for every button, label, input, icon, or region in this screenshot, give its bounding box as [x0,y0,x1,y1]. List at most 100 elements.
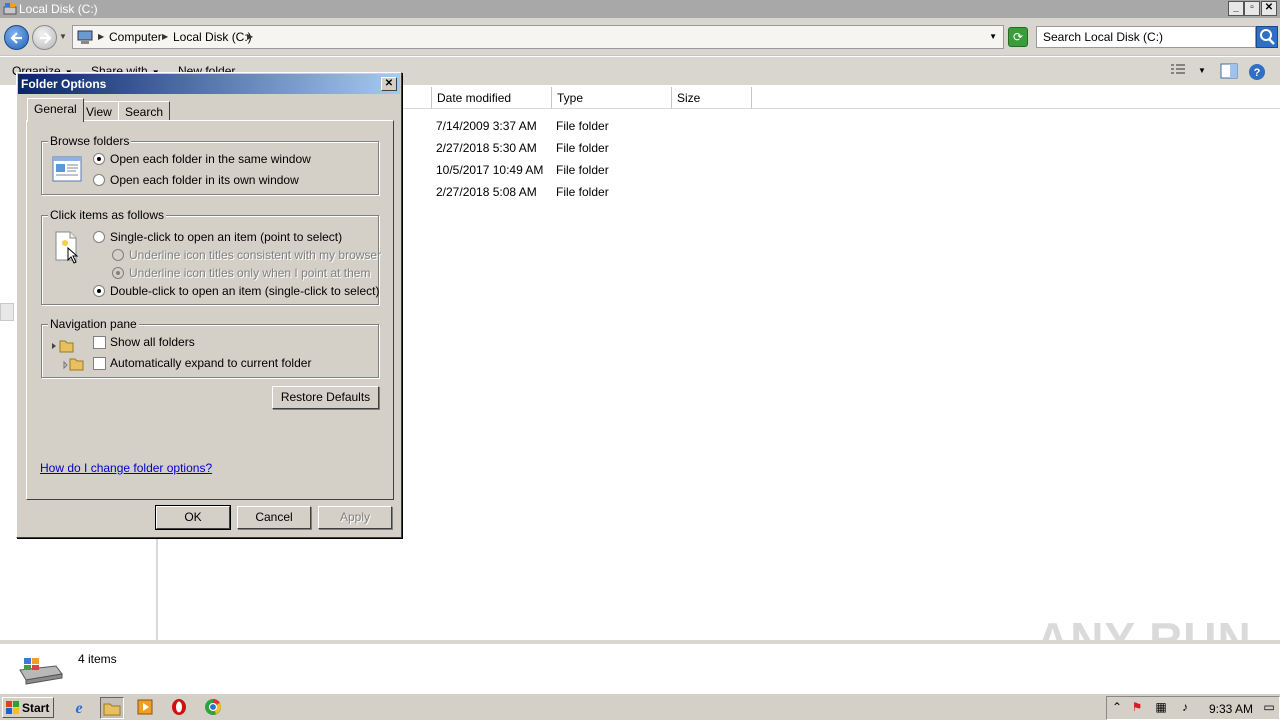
hard-drive-icon [19,658,63,685]
file-type: File folder [556,163,609,177]
dialog-close-button[interactable]: ✕ [381,77,397,91]
double-click-label[interactable]: Double-click to open an item (single-cli… [110,284,379,298]
forward-button[interactable] [32,25,57,50]
show-all-folders-checkbox[interactable] [93,336,106,349]
svg-text:e: e [75,700,82,717]
taskbar-opera[interactable] [168,697,192,719]
details-pane: 4 items [0,640,1280,692]
column-header-size[interactable]: Size [672,87,752,109]
navigation-pane-label: Navigation pane [48,317,139,331]
show-hidden-icons[interactable]: ⌃ [1109,700,1125,716]
close-button[interactable]: ✕ [1261,1,1277,16]
click-items-group: Click items as follows Single-click to o… [41,208,382,305]
cancel-button[interactable]: Cancel [237,506,311,529]
folder-icon [103,703,121,716]
double-click-radio[interactable] [93,285,105,297]
refresh-icon: ⟳ [1012,30,1024,44]
view-options-icon[interactable] [1170,63,1186,77]
own-window-radio[interactable] [93,174,105,186]
own-window-label[interactable]: Open each folder in its own window [110,173,299,187]
help-icon[interactable]: ? [1248,63,1266,81]
drive-icon [3,3,17,15]
address-field[interactable]: ▶ Computer ▶ Local Disk (C:) ▶ ▼ [72,25,1004,49]
file-date: 10/5/2017 10:49 AM [436,163,544,177]
show-all-folders-label[interactable]: Show all folders [110,335,195,349]
breadcrumb-computer[interactable]: Computer [109,30,162,44]
clock[interactable]: 9:33 AM [1209,702,1253,716]
arrow-right-icon [40,32,52,44]
media-player-icon [137,699,153,715]
window-title: Local Disk (C:) [19,2,98,16]
auto-expand-checkbox[interactable] [93,357,106,370]
preview-pane-icon[interactable] [1220,63,1238,79]
system-tray: ⌃ ⚑ ▦ ♪ 9:33 AM ▭ [1106,696,1280,720]
auto-expand-label[interactable]: Automatically expand to current folder [110,356,311,370]
ok-button[interactable]: OK [155,505,231,530]
breadcrumb-arrow[interactable]: ▶ [162,32,168,41]
underline-browser-radio [112,249,124,261]
apply-button: Apply [318,506,392,529]
folder-options-help-link[interactable]: How do I change folder options? [40,461,212,475]
column-header-type[interactable]: Type [552,87,672,109]
window-titlebar: Local Disk (C:) _ ▫ ✕ [0,0,1280,18]
action-center-icon[interactable]: ⚑ [1129,700,1145,716]
show-desktop-icon[interactable]: ▭ [1261,700,1277,716]
opera-icon [172,699,186,715]
magnifier-icon [1260,29,1275,45]
folder-options-dialog: Folder Options ✕ General View Search Bro… [16,72,402,538]
file-type: File folder [556,119,609,133]
navigation-pane-group: Navigation pane Show all folders Automat… [41,317,379,378]
restore-defaults-button[interactable]: Restore Defaults [272,386,379,409]
same-window-label[interactable]: Open each folder in the same window [110,152,311,166]
address-dropdown[interactable]: ▼ [989,32,997,41]
windows-logo-icon [6,701,19,714]
back-button[interactable] [4,25,29,50]
click-items-label: Click items as follows [48,208,167,222]
maximize-button[interactable]: ▫ [1244,1,1260,16]
breadcrumb-arrow[interactable]: ▶ [247,32,253,41]
volume-icon[interactable]: ♪ [1177,700,1193,716]
recent-pages-dropdown[interactable]: ▼ [59,32,67,41]
start-button[interactable]: Start [2,697,54,718]
svg-text:?: ? [1254,67,1261,79]
underline-point-label: Underline icon titles only when I point … [129,266,371,280]
column-header-date-modified[interactable]: Date modified [432,87,552,109]
chrome-icon [205,698,221,715]
general-tab-panel: Browse folders Open each folder in the s… [26,120,394,500]
dialog-title: Folder Options [21,77,107,91]
window-illustration-icon [52,156,82,182]
breadcrumb-local-disk[interactable]: Local Disk (C:) [173,30,252,44]
taskbar-internet-explorer[interactable]: e [68,697,92,719]
tab-general[interactable]: General [27,98,84,122]
tab-view[interactable]: View [79,101,119,121]
breadcrumb-root-arrow[interactable]: ▶ [98,32,104,41]
file-type: File folder [556,185,609,199]
refresh-button[interactable]: ⟳ [1008,27,1028,47]
taskbar-chrome[interactable] [202,697,226,719]
tab-search[interactable]: Search [118,101,171,121]
search-input[interactable]: Search Local Disk (C:) [1036,26,1256,48]
view-dropdown[interactable]: ▼ [1198,66,1206,75]
navigation-pane-scroll-handle[interactable] [0,303,14,321]
same-window-radio[interactable] [93,153,105,165]
address-bar-area: ▼ ▶ Computer ▶ Local Disk (C:) ▶ ▼ ⟳ Sea… [0,18,1280,56]
network-icon[interactable]: ▦ [1153,700,1169,716]
taskbar: Start e ⌃ ⚑ ▦ ♪ 9:33 AM ▭ [0,693,1280,720]
computer-icon [77,30,93,44]
search-button[interactable] [1256,26,1278,48]
dialog-titlebar: Folder Options ✕ [18,74,400,94]
taskbar-media-player[interactable] [134,697,158,719]
folder-tree-icon [52,340,84,371]
single-click-radio[interactable] [93,231,105,243]
minimize-button[interactable]: _ [1228,1,1244,16]
file-date: 2/27/2018 5:30 AM [436,141,537,155]
underline-point-radio [112,267,124,279]
arrow-left-icon [10,32,22,44]
internet-explorer-icon: e [75,700,82,717]
taskbar-explorer[interactable] [100,697,124,719]
underline-browser-label: Underline icon titles consistent with my… [129,248,382,262]
item-count: 4 items [78,652,117,666]
file-date: 7/14/2009 3:37 AM [436,119,537,133]
single-click-label[interactable]: Single-click to open an item (point to s… [110,230,342,244]
browse-folders-group: Browse folders Open each folder in the s… [41,134,379,195]
